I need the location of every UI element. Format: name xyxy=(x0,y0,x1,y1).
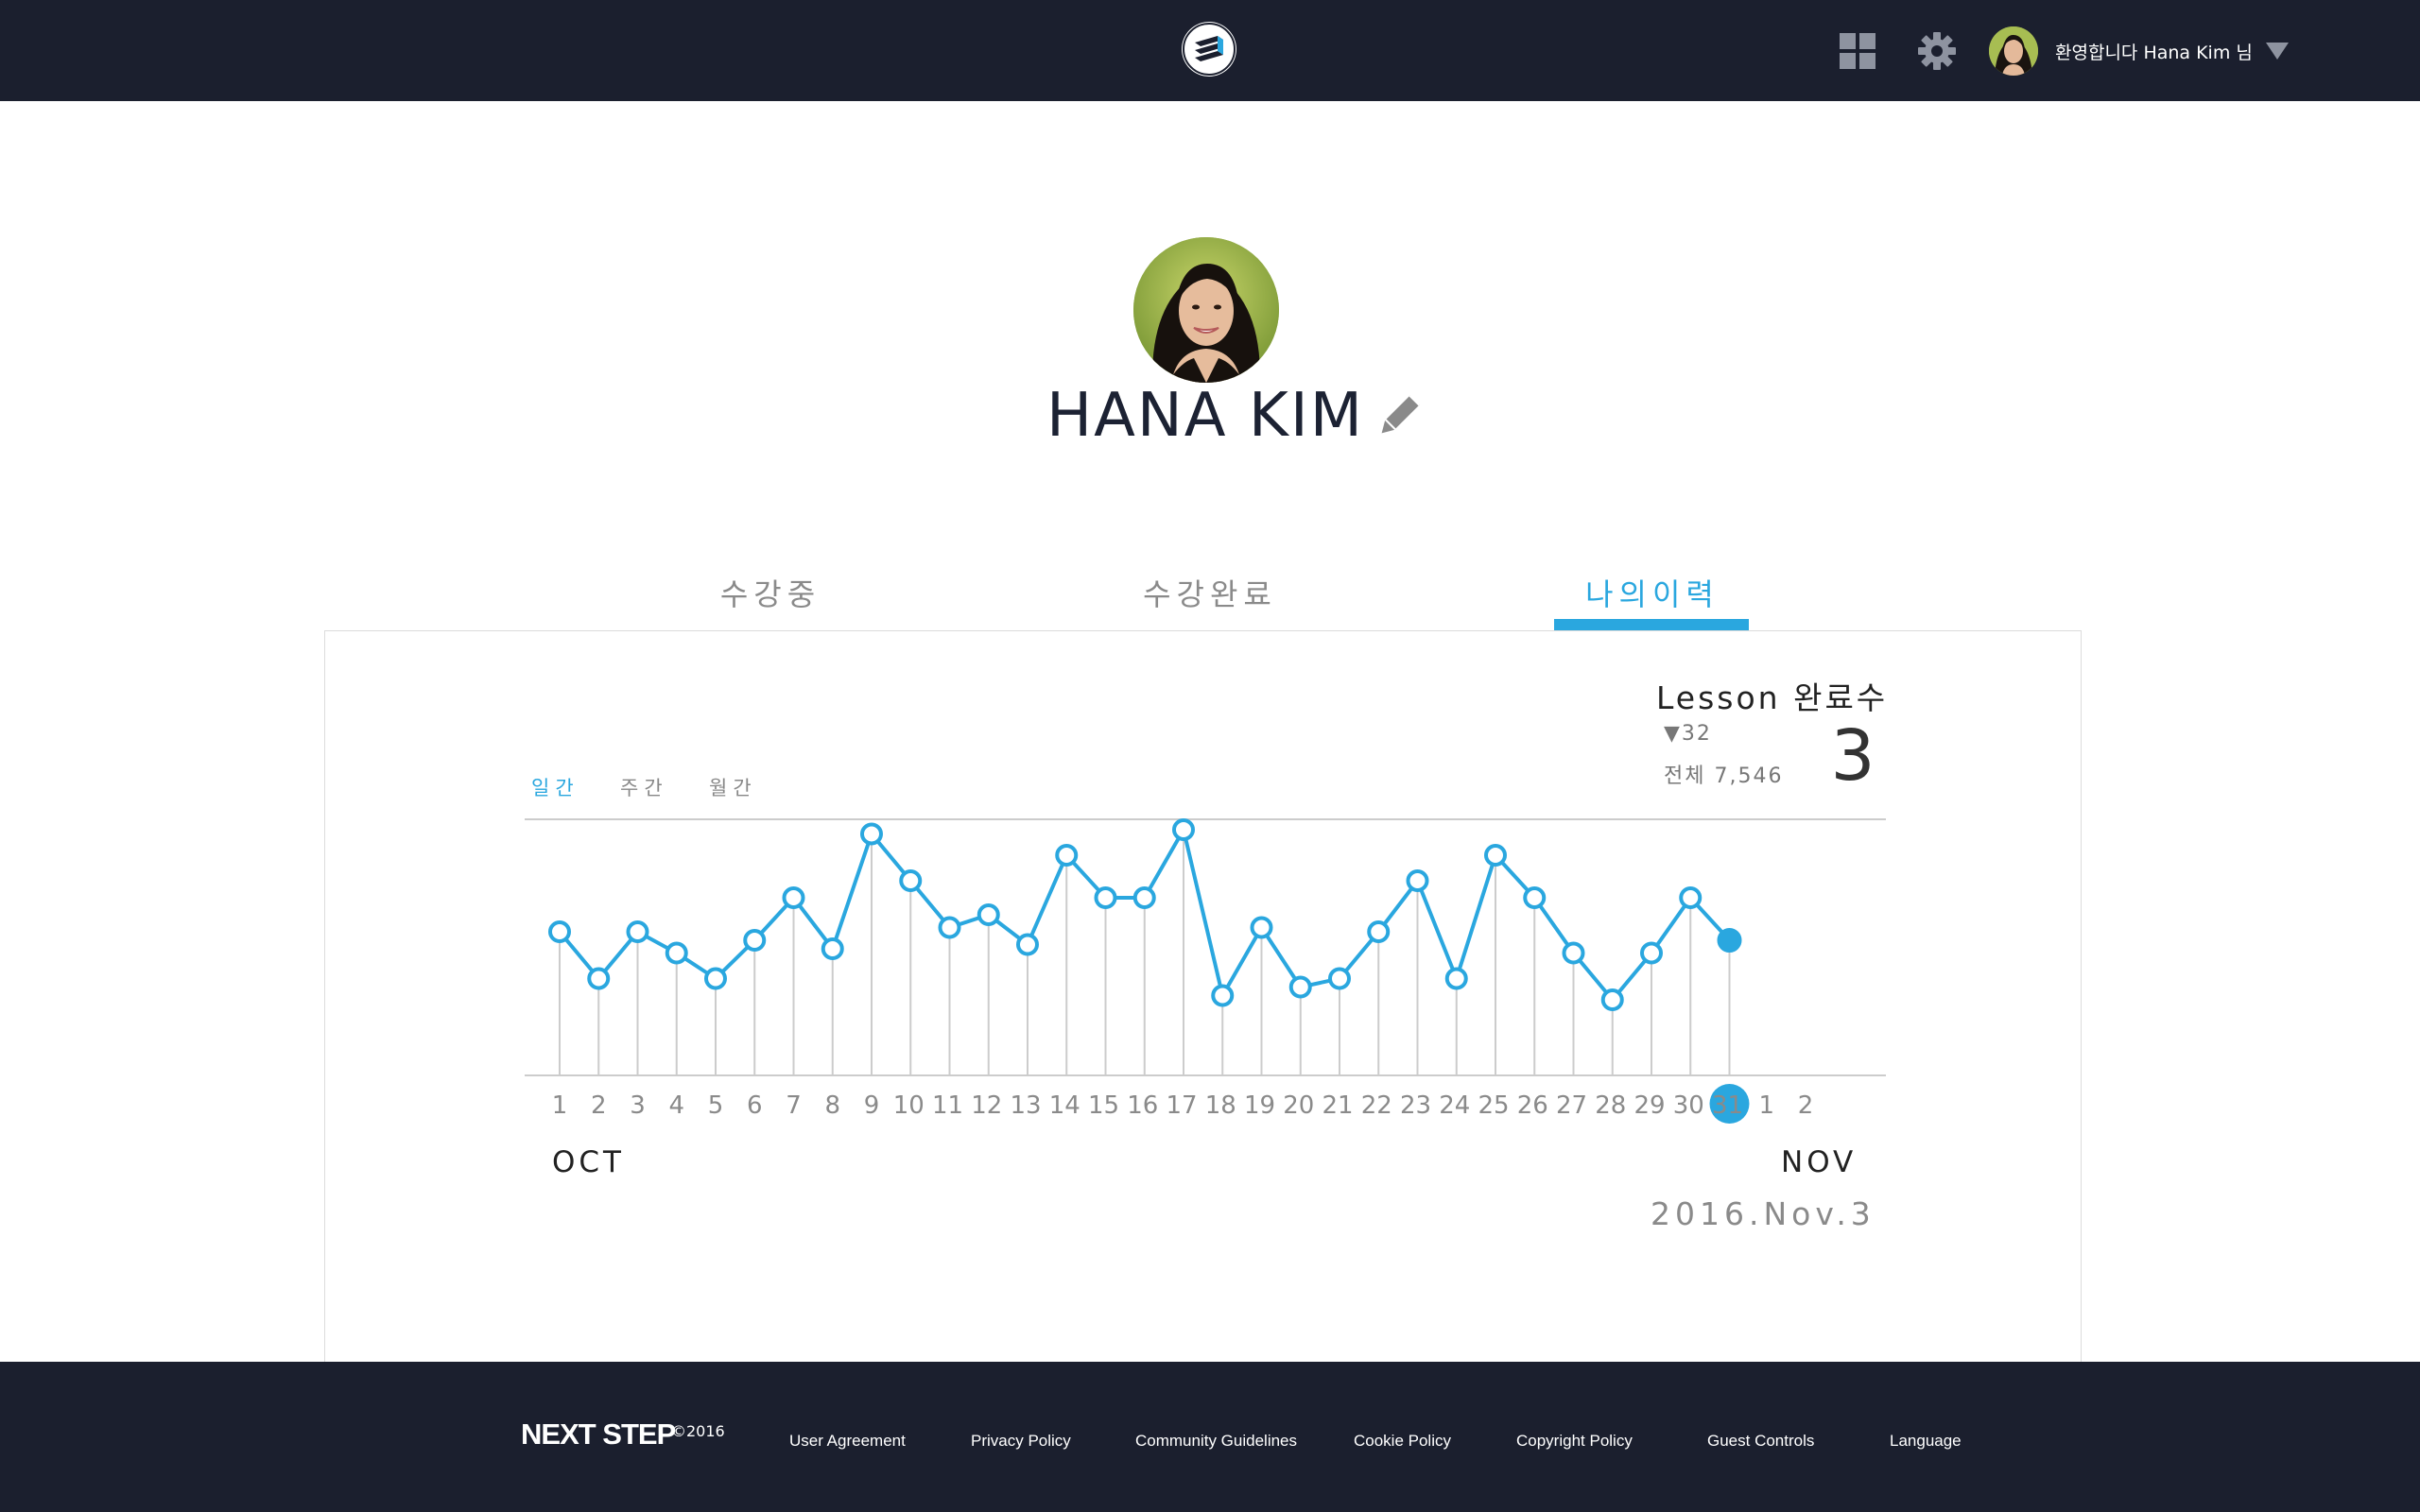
chart-point xyxy=(1250,916,1273,939)
chart-point xyxy=(1444,967,1468,990)
chart-tick-label: 26 xyxy=(1517,1091,1548,1120)
footer-link-community-guidelines[interactable]: Community Guidelines xyxy=(1135,1432,1297,1451)
footer-link-user-agreement[interactable]: User Agreement xyxy=(789,1432,906,1451)
chart-point xyxy=(938,916,961,939)
chart-tick-label: 6 xyxy=(747,1091,763,1120)
footer-link-guest-controls[interactable]: Guest Controls xyxy=(1707,1432,1814,1451)
chart-point xyxy=(1562,941,1585,965)
chart-tick-label: 14 xyxy=(1049,1091,1080,1120)
chart-point xyxy=(626,920,649,943)
chart-tick-label: 3 xyxy=(630,1091,646,1120)
chart-tick-label: 16 xyxy=(1127,1091,1158,1120)
chart-point xyxy=(1406,869,1429,892)
chart-tick-label: 30 xyxy=(1673,1091,1704,1120)
chart-tick-label: 15 xyxy=(1088,1091,1119,1120)
chart-tick-label: 1 xyxy=(1758,1091,1774,1120)
chart-tick-label: 29 xyxy=(1634,1091,1665,1120)
chart-point xyxy=(1132,886,1156,909)
chart-point xyxy=(860,822,883,846)
chart-tick-label: 20 xyxy=(1283,1091,1314,1120)
chart-tick-label: 27 xyxy=(1556,1091,1587,1120)
footer-link-language[interactable]: Language xyxy=(1890,1432,1962,1451)
chart-point xyxy=(1600,988,1624,1011)
chart-point xyxy=(743,929,767,952)
chart-point xyxy=(821,937,844,960)
chart-tick-label: 9 xyxy=(864,1091,880,1120)
chart-point xyxy=(1367,920,1391,943)
chart-tick-label: 31 xyxy=(1712,1091,1743,1120)
chart-tick-label: 24 xyxy=(1439,1091,1470,1120)
month-start-label: OCT xyxy=(552,1145,625,1179)
chart-point xyxy=(1640,941,1663,965)
chart-tick-label: 19 xyxy=(1244,1091,1275,1120)
chart-point xyxy=(1094,886,1117,909)
daily-lessons-chart: 1 2 3 4 5 6 7 8 9 10 11 12 13 14 15 16 17 18 19 20 21 22 23 24 2… xyxy=(525,818,1886,1124)
chart-point xyxy=(1523,886,1547,909)
footer-link-privacy-policy[interactable]: Privacy Policy xyxy=(971,1432,1071,1451)
chart-tick-label: 28 xyxy=(1595,1091,1626,1120)
chart-tick-label: 1 xyxy=(552,1091,568,1120)
chart-point xyxy=(782,886,805,909)
chart-tick-label: 25 xyxy=(1478,1091,1509,1120)
chart-point-current xyxy=(1717,928,1742,953)
chart-point xyxy=(548,920,571,943)
chart-tick-label: 2 xyxy=(1798,1091,1814,1120)
chart-tick-label: 21 xyxy=(1322,1091,1353,1120)
chart-tick-label: 10 xyxy=(893,1091,925,1120)
footer-link-copyright-policy[interactable]: Copyright Policy xyxy=(1516,1432,1633,1451)
current-date: 2016.Nov.3 xyxy=(1651,1195,1876,1232)
month-end-label: NOV xyxy=(1781,1145,1858,1179)
chart-tick-label: 22 xyxy=(1361,1091,1392,1120)
chart-tick-label: 17 xyxy=(1166,1091,1197,1120)
footer-brand: NEXT STEP xyxy=(521,1418,676,1451)
chart-tick-label: 7 xyxy=(786,1091,802,1120)
chart-tick-label: 13 xyxy=(1010,1091,1041,1120)
chart-point xyxy=(1484,844,1507,867)
chart-tick-label: 4 xyxy=(668,1091,684,1120)
chart-point xyxy=(899,869,923,892)
chart-tick-label: 18 xyxy=(1205,1091,1236,1120)
chart-tick-label: 8 xyxy=(824,1091,840,1120)
chart-tick-label: 5 xyxy=(708,1091,724,1120)
chart-point xyxy=(1328,967,1351,990)
chart-tick-label: 2 xyxy=(591,1091,607,1120)
chart-point xyxy=(1211,984,1235,1007)
chart-point xyxy=(587,967,611,990)
chart-tick-label: 12 xyxy=(971,1091,1002,1120)
chart-point xyxy=(1016,933,1039,956)
chart-point xyxy=(704,967,727,990)
footer-copyright: ©2016 xyxy=(671,1422,725,1440)
footer-link-cookie-policy[interactable]: Cookie Policy xyxy=(1354,1432,1451,1451)
chart-point xyxy=(1172,818,1195,841)
chart-point xyxy=(1288,975,1312,999)
chart-point xyxy=(665,941,688,965)
chart-point xyxy=(1679,886,1703,909)
chart-tick-label: 23 xyxy=(1400,1091,1431,1120)
chart-tick-label: 11 xyxy=(932,1091,963,1120)
chart-point xyxy=(977,903,1000,926)
chart-point xyxy=(1055,844,1079,867)
